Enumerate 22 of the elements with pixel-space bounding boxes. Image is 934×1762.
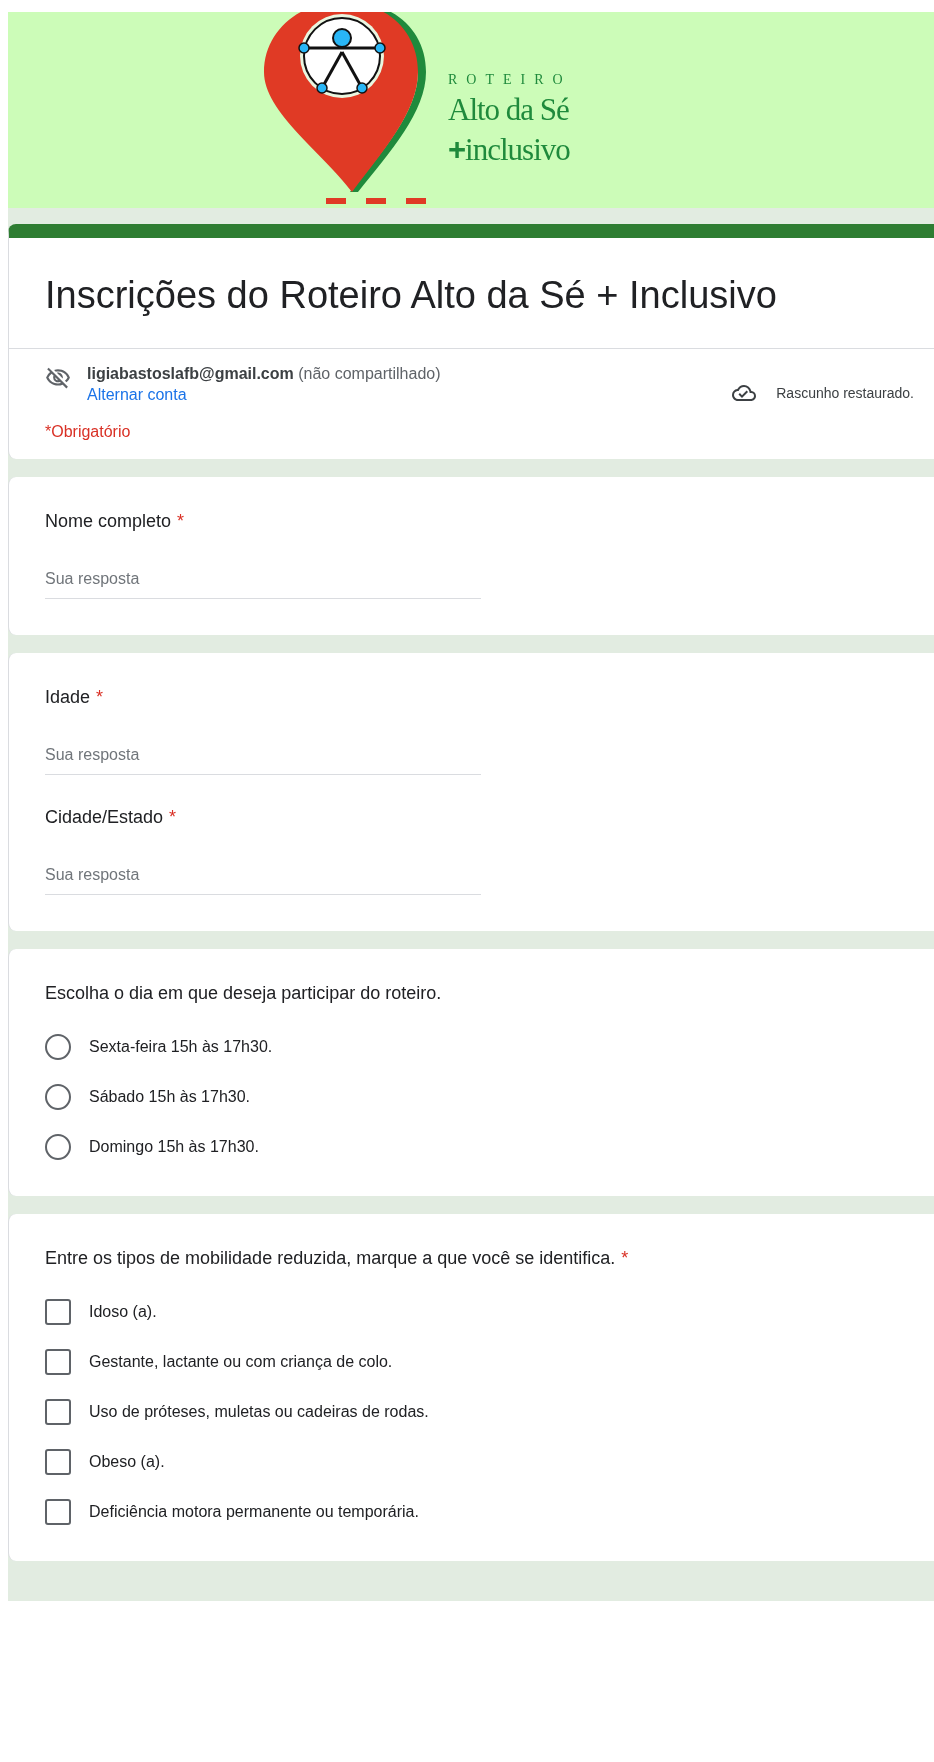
checkbox-option[interactable]: Obeso (a). [45,1449,934,1475]
radio-option[interactable]: Sexta-feira 15h às 17h30. [45,1034,934,1060]
banner-kicker: ROTEIRO [448,72,572,88]
draft-status: Rascunho restaurado. [776,385,914,401]
required-note: *Obrigatório [44,422,132,441]
banner-title: Alto da Sé [448,92,570,128]
checkbox-option[interactable]: Uso de próteses, muletas ou cadeiras de rodas. [45,1399,934,1425]
eye-off-icon [45,365,71,391]
checkbox-option[interactable]: Deficiência motora permanente ou temporária. [45,1499,934,1525]
checkbox-option[interactable]: Gestante, lactante ou com criança de colo. [45,1349,934,1375]
account-email: ligiabastoslafb@gmail.com (não compartilhado) [87,365,442,383]
form-title: Inscrições do Roteiro Alto da Sé + Inclusivo [44,273,778,318]
question-label: Entre os tipos de mobilidade reduzida, marque a que você se identifica. * [45,1248,630,1269]
radio-option[interactable]: Domingo 15h às 17h30. [45,1134,934,1160]
banner-subtitle: +inclusivo [448,132,571,168]
checkbox-option[interactable]: Idoso (a). [45,1299,934,1325]
question-label: Idade * [45,687,105,708]
question-label: Escolha o dia em que deseja participar do roteiro. [45,983,443,1004]
question-label: Nome completo * [45,511,186,532]
switch-account-link[interactable]: Alternar conta [87,386,187,403]
question-label: Cidade/Estado * [45,807,178,828]
radio-option[interactable]: Sábado 15h às 17h30. [45,1084,934,1110]
